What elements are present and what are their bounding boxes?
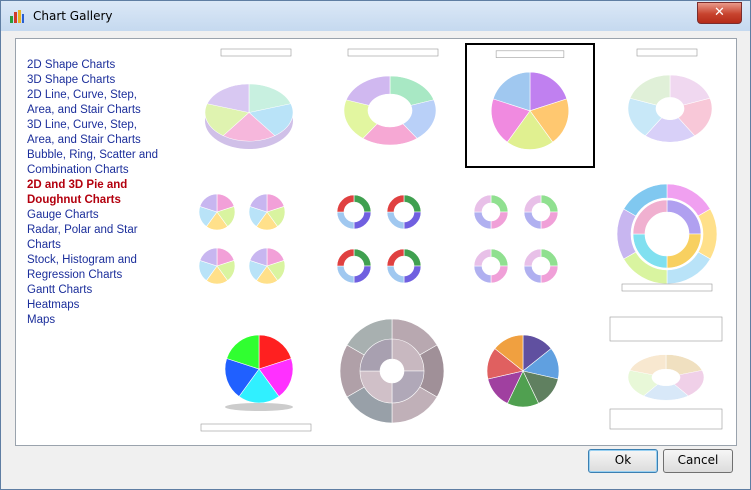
category-item[interactable]: Combination Charts (27, 163, 129, 178)
3d-doughnut-exploded-thumbnail[interactable] (602, 43, 732, 168)
chart-preview-graphic (491, 50, 569, 150)
category-item[interactable]: Stock, Histogram and (27, 253, 137, 268)
category-item[interactable]: 3D Line, Curve, Step, (27, 118, 137, 133)
chart-preview-graphic (627, 48, 713, 143)
chart-preview-graphic (198, 193, 286, 285)
chart-preview-graphic (339, 318, 445, 424)
3d-pie-exploded-thumbnail[interactable] (191, 43, 321, 168)
3d-pie-gradient-thumbnail[interactable] (191, 309, 321, 434)
chart-gallery-dialog: Chart Gallery ✕ 2D Shape Charts 3D Shape … (0, 0, 751, 490)
dotted-doughnut-grid-thumbnail[interactable] (465, 176, 595, 301)
chart-preview-graphic (609, 316, 723, 430)
exploded-pie-labels-thumbnail[interactable] (465, 43, 595, 168)
category-item[interactable]: Heatmaps (27, 298, 79, 313)
multi-ring-doughnut-thumbnail[interactable] (602, 176, 732, 301)
close-button[interactable]: ✕ (697, 2, 742, 24)
ok-button[interactable]: Ok (588, 449, 658, 473)
title-bar[interactable]: Chart Gallery ✕ (1, 1, 750, 31)
3d-doughnut-thumbnail[interactable] (328, 43, 458, 168)
category-item[interactable]: Charts (27, 238, 61, 253)
chart-preview-graphic (486, 334, 560, 408)
chart-app-icon (10, 10, 24, 23)
3d-multi-ring-doughnut-thumbnail[interactable] (328, 309, 458, 434)
chart-preview-graphic (616, 183, 718, 292)
dialog-body: 2D Shape Charts 3D Shape Charts 2D Line, C… (8, 31, 743, 482)
category-item[interactable]: Doughnut Charts (27, 193, 121, 208)
thumbnail-gallery (186, 39, 736, 445)
chart-preview-graphic (204, 48, 294, 149)
category-item[interactable]: Gauge Charts (27, 208, 99, 223)
category-item[interactable]: 3D Shape Charts (27, 73, 115, 88)
category-item[interactable]: Area, and Stair Charts (27, 133, 141, 148)
chart-preview-graphic (343, 48, 439, 146)
category-item[interactable]: Regression Charts (27, 268, 122, 283)
window-title: Chart Gallery (33, 9, 113, 23)
category-item[interactable]: 2D Shape Charts (27, 58, 115, 73)
chart-preview-graphic (200, 334, 312, 432)
category-list: 2D Shape Charts 3D Shape Charts 2D Line, C… (16, 39, 186, 445)
category-item[interactable]: Gantt Charts (27, 283, 92, 298)
3d-doughnut-with-table-thumbnail[interactable] (602, 309, 732, 434)
multi-doughnut-grid-thumbnail[interactable] (328, 176, 458, 301)
pie-with-callouts-thumbnail[interactable] (465, 309, 595, 434)
gallery-panel: 2D Shape Charts 3D Shape Charts 2D Line, C… (15, 38, 737, 446)
category-item[interactable]: 2D Line, Curve, Step, (27, 88, 137, 103)
category-item[interactable]: Maps (27, 313, 55, 328)
multi-pie-grid-thumbnail[interactable] (191, 176, 321, 301)
category-item[interactable]: Bubble, Ring, Scatter and (27, 148, 158, 163)
chart-preview-graphic (336, 194, 422, 284)
cancel-button[interactable]: Cancel (663, 449, 733, 473)
category-item[interactable]: Radar, Polar and Star (27, 223, 138, 238)
chart-preview-graphic (473, 194, 559, 284)
category-item[interactable]: 2D and 3D Pie and (27, 178, 127, 193)
category-item[interactable]: Area, and Stair Charts (27, 103, 141, 118)
